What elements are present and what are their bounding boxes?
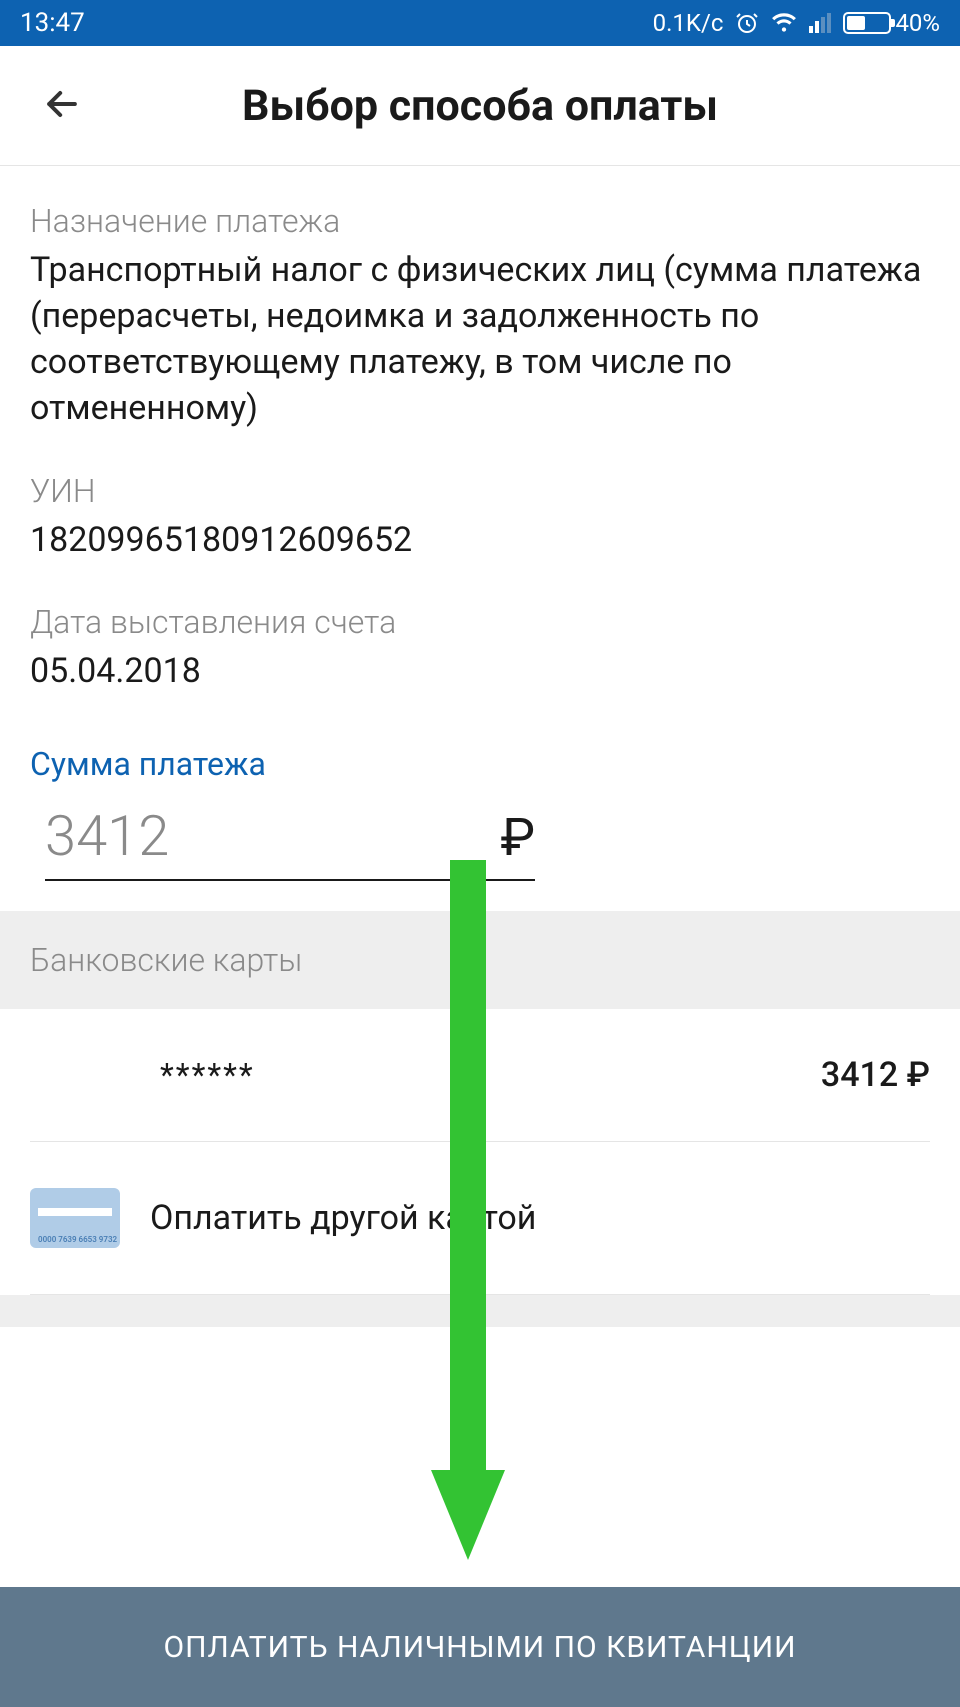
- purpose-label: Назначение платежа: [30, 202, 930, 240]
- battery-indicator: 40%: [843, 9, 940, 37]
- other-card-row[interactable]: 0000 7639 6653 9732 Оплатить другой карт…: [30, 1142, 930, 1295]
- card-amount: 3412 ₽: [821, 1055, 930, 1095]
- pay-cash-button[interactable]: ОПЛАТИТЬ НАЛИЧНЫМИ ПО КВИТАНЦИИ: [0, 1587, 960, 1707]
- currency-symbol: ₽: [500, 807, 535, 868]
- alarm-icon: [735, 11, 759, 35]
- wifi-icon: [771, 12, 797, 34]
- uin-value: 18209965180912609652: [30, 518, 930, 564]
- battery-percent: 40%: [895, 9, 940, 37]
- partial-row: [0, 1295, 960, 1327]
- uin-label: УИН: [30, 472, 930, 510]
- card-icon: 0000 7639 6653 9732: [30, 1188, 120, 1248]
- status-time: 13:47: [20, 8, 85, 38]
- page-title: Выбор способа оплаты: [242, 81, 718, 131]
- card-icon-digits: 0000 7639 6653 9732: [38, 1235, 117, 1244]
- amount-row[interactable]: 3412 ₽: [45, 803, 535, 881]
- status-bar: 13:47 0.1K/c 40%: [0, 0, 960, 46]
- content-area: Назначение платежа Транспортный налог с …: [0, 166, 960, 1327]
- status-right: 0.1K/c 40%: [653, 9, 940, 37]
- network-speed: 0.1K/c: [653, 9, 724, 37]
- cards-section-header: Банковские карты: [0, 911, 960, 1009]
- signal-icon: [809, 13, 831, 33]
- app-header: Выбор способа оплаты: [0, 46, 960, 166]
- purpose-value: Транспортный налог с физических лиц (сум…: [30, 248, 930, 432]
- date-label: Дата выставления счета: [30, 603, 930, 641]
- pay-cash-label: ОПЛАТИТЬ НАЛИЧНЫМИ ПО КВИТАНЦИИ: [163, 1630, 796, 1665]
- other-card-label: Оплатить другой картой: [150, 1198, 536, 1238]
- back-button[interactable]: [40, 82, 84, 130]
- date-value: 05.04.2018: [30, 649, 930, 695]
- saved-card-row[interactable]: ****** 3412 ₽: [30, 1009, 930, 1142]
- amount-label: Сумма платежа: [30, 745, 930, 783]
- card-mask: ******: [160, 1056, 821, 1094]
- amount-input[interactable]: 3412: [45, 803, 490, 869]
